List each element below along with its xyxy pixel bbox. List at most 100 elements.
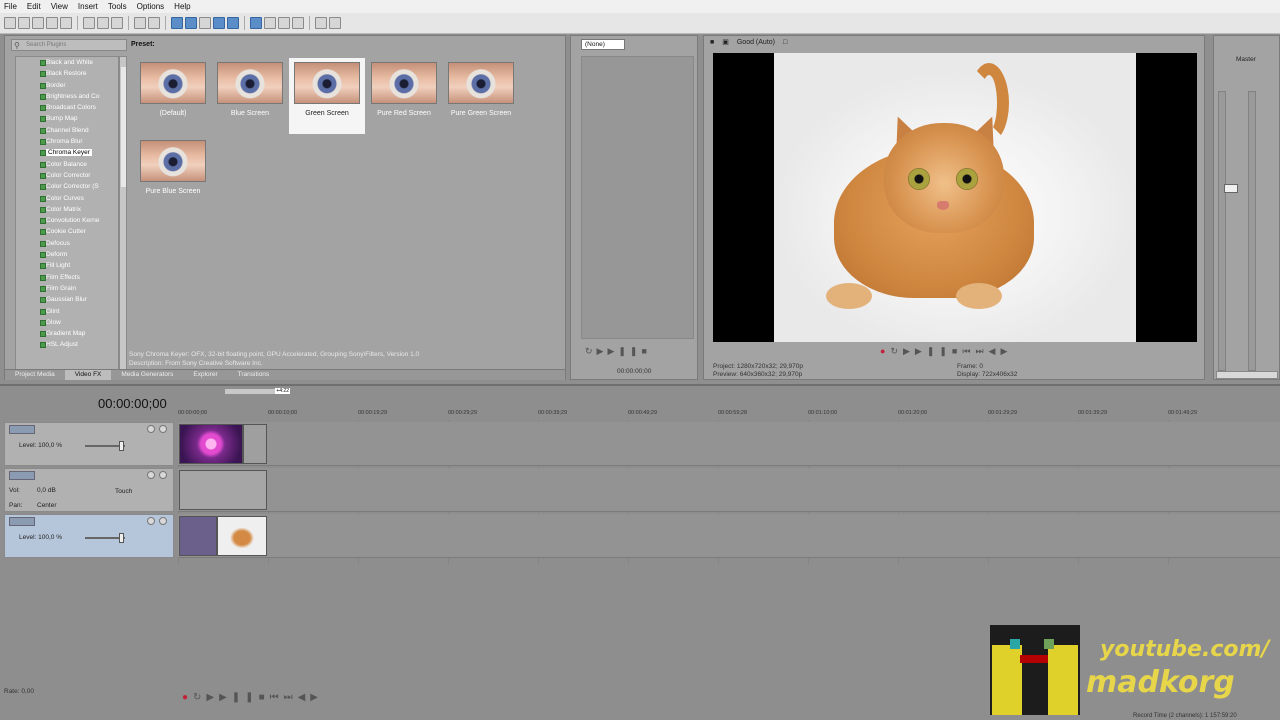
- copy-icon[interactable]: [97, 17, 109, 29]
- plugin-item[interactable]: Convolution Kerne: [16, 215, 118, 226]
- mute-icon[interactable]: [147, 517, 155, 525]
- menu-file[interactable]: File: [4, 2, 17, 11]
- scrollbar-thumb[interactable]: [121, 67, 126, 187]
- normal-edit-tool-icon[interactable]: [171, 17, 183, 29]
- plugin-item[interactable]: Chroma Blur: [16, 136, 118, 147]
- render-icon[interactable]: [60, 17, 72, 29]
- plugin-item[interactable]: Fill Light: [16, 260, 118, 271]
- plugin-item[interactable]: Color Matrix: [16, 204, 118, 215]
- preset-item[interactable]: Blue Screen: [212, 58, 288, 134]
- tab-project-media[interactable]: Project Media: [5, 370, 65, 380]
- trimmer-media-select[interactable]: (None): [581, 39, 625, 50]
- record-icon[interactable]: ●: [182, 692, 193, 703]
- preview-screen[interactable]: [713, 53, 1197, 342]
- plugin-item[interactable]: Channel Blend: [16, 125, 118, 136]
- menu-options[interactable]: Options: [137, 2, 165, 11]
- lock-envelopes-icon[interactable]: [227, 17, 239, 29]
- audio-clip[interactable]: [179, 470, 267, 510]
- plugin-item[interactable]: Color Curves: [16, 193, 118, 204]
- track-lane-video-1[interactable]: [178, 422, 1280, 466]
- split-screen-icon[interactable]: ▣: [722, 38, 729, 46]
- plugin-item[interactable]: Brightness and Co: [16, 91, 118, 102]
- plugin-item[interactable]: Chroma Keyer: [16, 147, 118, 158]
- solo-icon[interactable]: [159, 425, 167, 433]
- open-icon[interactable]: [18, 17, 30, 29]
- track-header-audio[interactable]: Vol: 0,0 dB Touch Pan: Center: [4, 468, 174, 512]
- master-scrollbar[interactable]: [1216, 371, 1278, 379]
- preset-item[interactable]: Green Screen: [289, 58, 365, 134]
- track-header-video-1[interactable]: Level: 100,0 %: [4, 422, 174, 466]
- paste-icon[interactable]: [111, 17, 123, 29]
- time-ruler[interactable]: 00:00:00;00 00:00:10;00 00:00:19;29 00:00:2…: [178, 408, 1280, 420]
- menu-edit[interactable]: Edit: [27, 2, 41, 11]
- plugin-item[interactable]: Cookie Cutter: [16, 226, 118, 237]
- help-icon[interactable]: [329, 17, 341, 29]
- marker-icon[interactable]: [278, 17, 290, 29]
- menu-view[interactable]: View: [51, 2, 68, 11]
- snapping-icon[interactable]: [250, 17, 262, 29]
- selection-tool-icon[interactable]: [199, 17, 211, 29]
- plugin-item[interactable]: Color Corrector: [16, 170, 118, 181]
- level-slider[interactable]: [85, 441, 125, 451]
- loop-region-bar[interactable]: +4:22: [225, 388, 290, 394]
- tab-media-generators[interactable]: Media Generators: [111, 370, 183, 380]
- preset-item[interactable]: (Default): [135, 58, 211, 134]
- trimmer-transport[interactable]: ↻▶▶❚❚■: [585, 346, 651, 357]
- tab-transitions[interactable]: Transitions: [228, 370, 280, 380]
- level-slider-knob[interactable]: [119, 533, 124, 543]
- preview-transport[interactable]: ●↻▶▶❚❚■⏮⏭◀▶: [880, 346, 1012, 357]
- heart-video-clip[interactable]: [179, 424, 243, 464]
- menu-help[interactable]: Help: [174, 2, 190, 11]
- plugin-item[interactable]: Color Corrector (S: [16, 181, 118, 192]
- timeline-transport[interactable]: ●↻▶▶❚❚■⏮⏭◀▶: [182, 692, 323, 703]
- plugin-item[interactable]: Bump Map: [16, 113, 118, 124]
- solo-icon[interactable]: [159, 517, 167, 525]
- copy-snapshot-icon[interactable]: □: [783, 39, 787, 46]
- redo-icon[interactable]: [148, 17, 160, 29]
- auto-ripple-icon[interactable]: [213, 17, 225, 29]
- clip-extension[interactable]: [243, 424, 267, 464]
- tab-video-fx[interactable]: Video FX: [64, 370, 112, 380]
- plugin-item[interactable]: Deform: [16, 249, 118, 260]
- cat-video-clip[interactable]: [217, 516, 267, 556]
- new-icon[interactable]: [4, 17, 16, 29]
- envelope-tool-icon[interactable]: [185, 17, 197, 29]
- menu-tools[interactable]: Tools: [108, 2, 127, 11]
- plugin-item[interactable]: Defocus: [16, 238, 118, 249]
- plugin-tree[interactable]: Black and White Black Restore Border Bright…: [15, 56, 119, 371]
- plugin-item[interactable]: Glint: [16, 306, 118, 317]
- plugin-item[interactable]: Color Balance: [16, 159, 118, 170]
- plugin-item[interactable]: Film Effects: [16, 272, 118, 283]
- mute-icon[interactable]: [147, 471, 155, 479]
- mute-icon[interactable]: [147, 425, 155, 433]
- level-slider-knob[interactable]: [119, 441, 124, 451]
- save-icon[interactable]: [32, 17, 44, 29]
- preset-item[interactable]: Pure Red Screen: [366, 58, 442, 134]
- region-icon[interactable]: [292, 17, 304, 29]
- track-lane-audio[interactable]: [178, 468, 1280, 512]
- plugin-item[interactable]: Border: [16, 80, 118, 91]
- track-lane-video-2[interactable]: [178, 514, 1280, 558]
- tab-explorer[interactable]: Explorer: [183, 370, 227, 380]
- plugin-item[interactable]: Black and White: [16, 57, 118, 68]
- plugin-item[interactable]: Broadcast Colors: [16, 102, 118, 113]
- save-as-icon[interactable]: [46, 17, 58, 29]
- plugin-item[interactable]: Black Restore: [16, 68, 118, 79]
- preset-item[interactable]: Pure Blue Screen: [135, 136, 211, 212]
- plugin-search-input[interactable]: ⚲ Search Plugins: [11, 39, 127, 51]
- preview-settings-icon[interactable]: ■: [710, 39, 714, 46]
- track-header-video-2[interactable]: Level: 100,0 %: [4, 514, 174, 558]
- preset-item[interactable]: Pure Green Screen: [443, 58, 519, 134]
- cut-icon[interactable]: [83, 17, 95, 29]
- solo-icon[interactable]: [159, 471, 167, 479]
- properties-icon[interactable]: [315, 17, 327, 29]
- menu-insert[interactable]: Insert: [78, 2, 98, 11]
- plugin-item[interactable]: Gaussian Blur: [16, 294, 118, 305]
- auto-crossfade-icon[interactable]: [264, 17, 276, 29]
- purple-video-clip[interactable]: [179, 516, 217, 556]
- master-fader[interactable]: [1224, 184, 1238, 193]
- quality-select[interactable]: Good (Auto): [737, 39, 775, 46]
- automation-mode[interactable]: Touch: [115, 488, 132, 495]
- plugin-item[interactable]: Gradient Map: [16, 328, 118, 339]
- record-icon[interactable]: ●: [880, 346, 890, 356]
